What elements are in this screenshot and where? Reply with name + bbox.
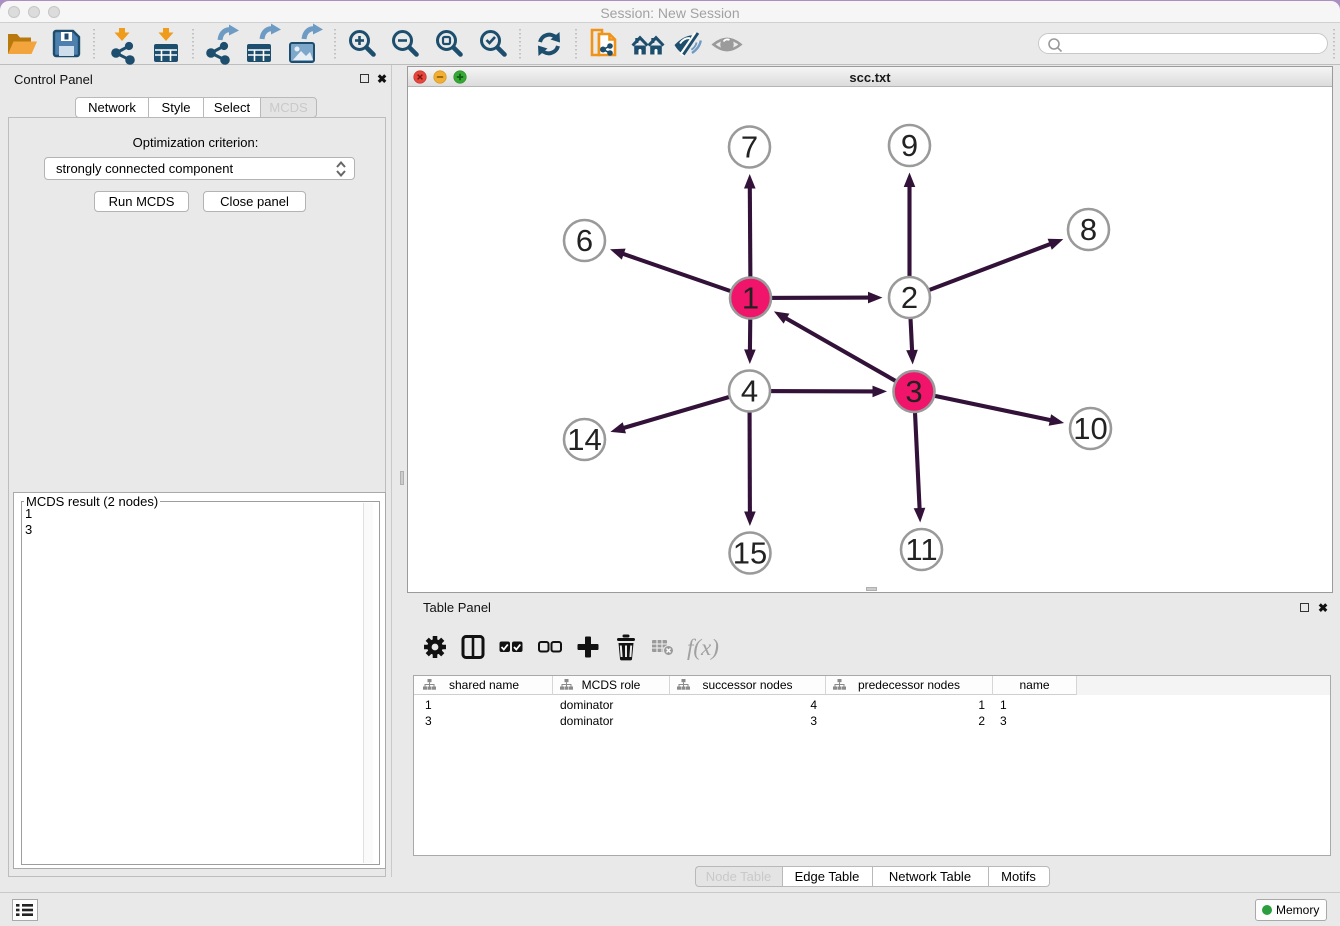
svg-text:f(x): f(x) bbox=[687, 635, 719, 660]
svg-text:6: 6 bbox=[576, 223, 593, 258]
svg-text:3: 3 bbox=[905, 374, 922, 409]
svg-text:8: 8 bbox=[1080, 212, 1097, 247]
svg-text:10: 10 bbox=[1073, 411, 1107, 446]
svg-text:9: 9 bbox=[901, 128, 918, 163]
svg-text:11: 11 bbox=[905, 532, 937, 567]
svg-text:4: 4 bbox=[741, 374, 758, 409]
svg-text:1: 1 bbox=[742, 281, 759, 316]
svg-text:15: 15 bbox=[733, 536, 767, 571]
svg-text:7: 7 bbox=[741, 130, 758, 165]
svg-text:14: 14 bbox=[567, 422, 601, 457]
svg-text:2: 2 bbox=[901, 280, 918, 315]
